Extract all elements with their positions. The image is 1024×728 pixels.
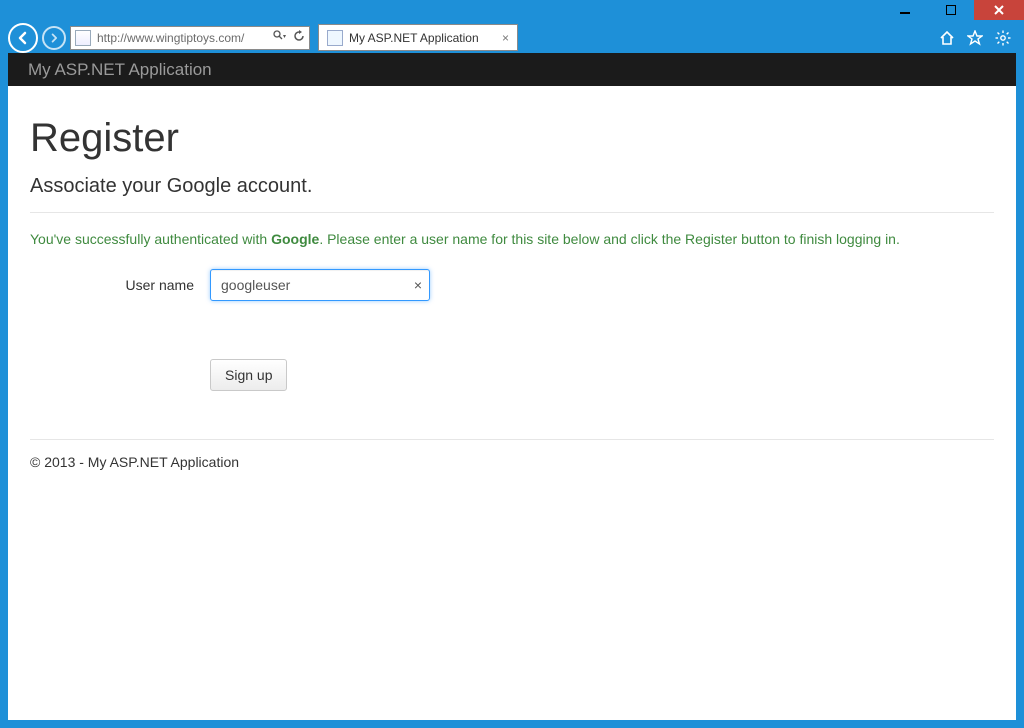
- signup-button[interactable]: Sign up: [210, 359, 287, 391]
- success-post: . Please enter a user name for this site…: [319, 231, 900, 247]
- search-dropdown-icon[interactable]: [273, 30, 287, 45]
- address-controls: [269, 30, 305, 45]
- browser-toolbar: My ASP.NET Application ×: [6, 22, 1018, 53]
- tab-title: My ASP.NET Application: [349, 31, 479, 45]
- username-label: User name: [30, 277, 210, 293]
- success-provider: Google: [271, 231, 319, 247]
- favorites-icon[interactable]: [966, 29, 984, 47]
- tab-close-icon[interactable]: ×: [502, 31, 509, 45]
- button-row: Sign up: [30, 311, 994, 391]
- browser-tab[interactable]: My ASP.NET Application ×: [318, 24, 518, 51]
- heading-divider: [30, 212, 994, 213]
- home-icon[interactable]: [938, 29, 956, 47]
- success-pre: You've successfully authenticated with: [30, 231, 271, 247]
- page-heading: Register: [30, 116, 994, 161]
- footer-text: © 2013 - My ASP.NET Application: [30, 454, 994, 470]
- brand-link[interactable]: My ASP.NET Application: [28, 60, 212, 80]
- clear-input-icon[interactable]: ×: [414, 277, 422, 293]
- username-row: User name ×: [30, 269, 994, 301]
- settings-icon[interactable]: [994, 29, 1012, 47]
- close-button[interactable]: [974, 0, 1024, 20]
- minimize-button[interactable]: [882, 0, 928, 20]
- window-frame: My ASP.NET Application × My ASP.NET Appl…: [0, 0, 1024, 728]
- forward-button[interactable]: [42, 26, 66, 50]
- page-icon: [75, 30, 91, 46]
- page-container: Register Associate your Google account. …: [8, 86, 1016, 470]
- site-navbar: My ASP.NET Application: [8, 53, 1016, 86]
- page-subheading: Associate your Google account.: [30, 175, 994, 198]
- tab-page-icon: [327, 30, 343, 46]
- footer-divider: [30, 439, 994, 440]
- username-input[interactable]: [210, 269, 430, 301]
- titlebar: [0, 0, 1024, 22]
- refresh-icon[interactable]: [293, 30, 305, 45]
- browser-tools: [938, 29, 1016, 47]
- success-message: You've successfully authenticated with G…: [30, 231, 994, 247]
- maximize-button[interactable]: [928, 0, 974, 20]
- address-bar[interactable]: [70, 26, 310, 50]
- back-button[interactable]: [8, 23, 38, 53]
- page-viewport: My ASP.NET Application Register Associat…: [8, 53, 1016, 720]
- username-input-wrap: ×: [210, 269, 430, 301]
- url-input[interactable]: [95, 30, 269, 46]
